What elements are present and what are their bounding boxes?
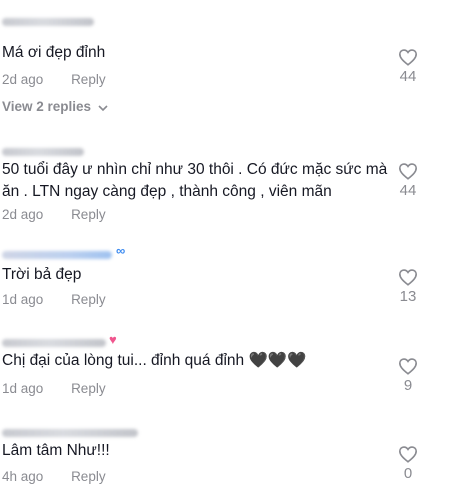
pink-heart-icon: ♥ (109, 332, 117, 347)
heart-outline-icon (398, 269, 418, 286)
heart-outline-icon (398, 163, 418, 180)
view-replies-button[interactable]: View 2 replies (2, 99, 108, 115)
reply-button[interactable]: Reply (71, 381, 106, 396)
reply-button[interactable]: Reply (71, 469, 106, 484)
like-count: 44 (399, 182, 417, 199)
comment-time: 2d ago (2, 207, 44, 222)
comment-meta: 2d ago Reply (2, 207, 106, 222)
comment-text: Má ơi đẹp đỉnh (2, 44, 106, 61)
like-button[interactable]: 9 (390, 357, 426, 394)
comment-time: 4h ago (2, 469, 44, 484)
username-blurred[interactable] (2, 339, 106, 347)
like-count: 9 (403, 377, 413, 394)
like-button[interactable]: 44 (390, 48, 426, 85)
username-blurred[interactable] (2, 251, 112, 259)
comment-time: 1d ago (2, 292, 44, 307)
comment-text: Trời bả đẹp (2, 266, 82, 283)
comment-meta: 1d ago Reply (2, 381, 106, 396)
like-count: 44 (399, 68, 417, 85)
comment-time: 1d ago (2, 381, 44, 396)
comment-meta: 2d ago Reply (2, 72, 106, 87)
comment-meta: 4h ago Reply (2, 469, 106, 484)
comment-text: Chị đại của lòng tui... đỉnh quá đỉnh 🖤🖤… (2, 352, 307, 369)
comment-text: 50 tuổi đây ư nhìn chỉ như 30 thôi . Có … (2, 161, 388, 200)
chevron-down-icon (98, 100, 108, 115)
username-blurred[interactable] (2, 429, 138, 437)
reply-button[interactable]: Reply (71, 207, 106, 222)
reply-button[interactable]: Reply (71, 292, 106, 307)
heart-outline-icon (398, 49, 418, 66)
heart-outline-icon (398, 358, 418, 375)
comment-text: Lâm tâm Như!!! (2, 442, 110, 459)
reply-button[interactable]: Reply (71, 72, 106, 87)
heart-outline-icon (398, 446, 418, 463)
view-replies-label: View 2 replies (2, 99, 92, 114)
like-count: 13 (399, 288, 417, 305)
username-blurred[interactable] (2, 148, 84, 156)
like-button[interactable]: 44 (390, 162, 426, 199)
like-button[interactable]: 0 (390, 445, 426, 482)
like-count: 0 (403, 465, 413, 482)
username-blurred[interactable] (2, 18, 94, 26)
comment-meta: 1d ago Reply (2, 292, 106, 307)
comment-time: 2d ago (2, 72, 44, 87)
like-button[interactable]: 13 (390, 268, 426, 305)
badge-icon: ∞ (116, 243, 126, 258)
